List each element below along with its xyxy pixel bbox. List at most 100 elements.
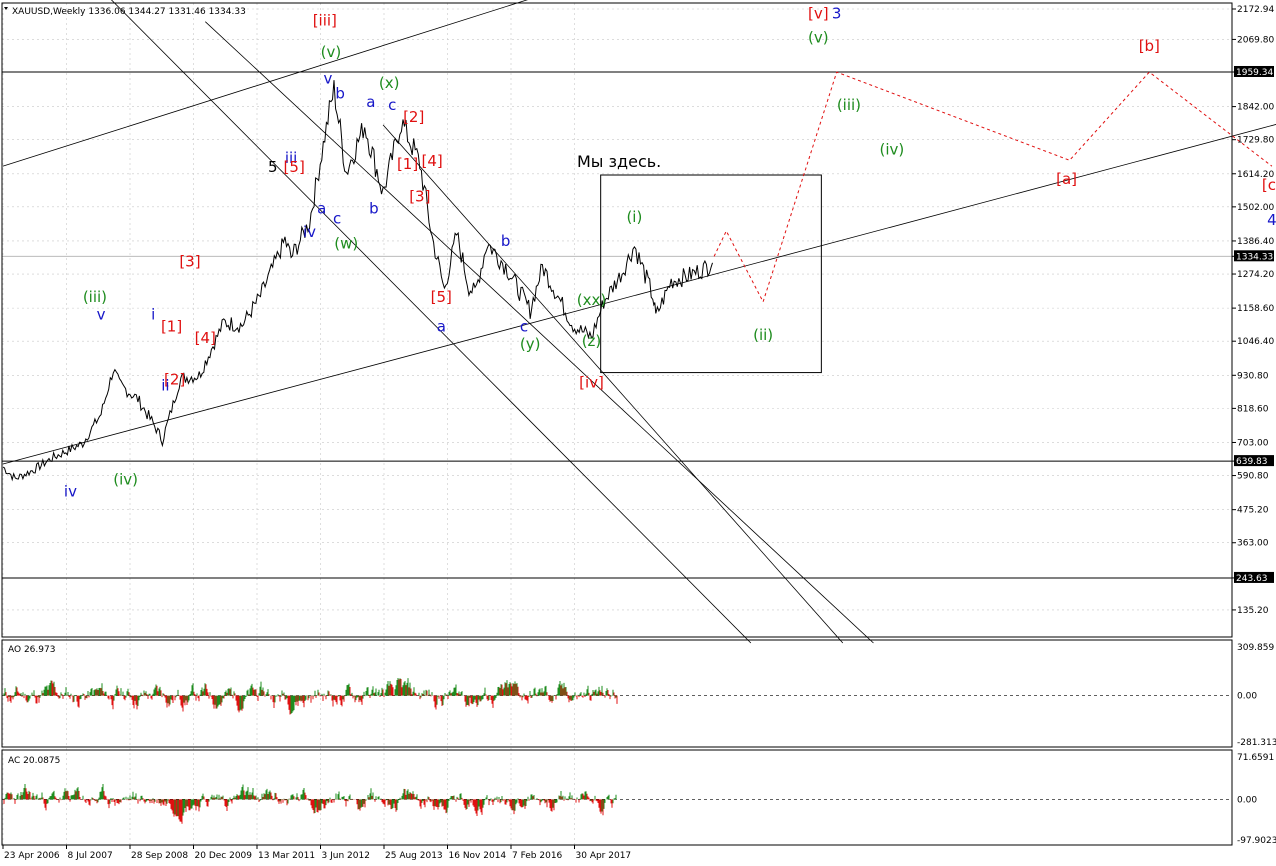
wave-label: [iii]	[313, 11, 337, 29]
ao-tick-label: 0.00	[1237, 692, 1257, 702]
wave-label: [1]	[161, 317, 182, 335]
wave-label: ii	[161, 376, 169, 394]
wave-label: b	[501, 232, 511, 250]
price-tick-label: 1386.40	[1237, 237, 1274, 247]
chevron-down-icon[interactable]	[4, 7, 8, 10]
price-tick-label: 1502.00	[1237, 203, 1274, 213]
wave-label: (z)	[582, 332, 602, 350]
wave-label: v	[323, 70, 332, 88]
price-tick-label: 243.63	[1236, 574, 1268, 584]
price-tick-label: 1046.40	[1237, 337, 1274, 347]
price-tick-label: 363.00	[1237, 539, 1269, 549]
date-tick-label: 7 Feb 2016	[512, 851, 563, 861]
date-tick-label: 30 Apr 2017	[576, 851, 632, 861]
wave-label: i	[151, 306, 155, 324]
wave-label: [3]	[409, 188, 430, 206]
date-tick-label: 25 Aug 2013	[385, 851, 443, 861]
price-tick-label: 2172.94	[1237, 5, 1274, 15]
wave-label: (iii)	[83, 288, 107, 306]
wave-label: c	[333, 210, 341, 228]
date-tick-label: 3 Jun 2012	[322, 851, 370, 861]
date-tick-label: 20 Dec 2009	[195, 851, 253, 861]
date-tick-label: 23 Apr 2006	[4, 851, 60, 861]
wave-label: iv	[64, 482, 77, 500]
wave-label: a	[366, 93, 375, 111]
wave-label: (x)	[379, 74, 400, 92]
price-tick-label: 1729.80	[1237, 136, 1274, 146]
price-tick-label: 818.60	[1237, 404, 1269, 414]
date-tick-label: 13 Mar 2011	[258, 851, 315, 861]
price-tick-label: 1959.34	[1236, 68, 1273, 78]
wave-label: [5]	[431, 288, 452, 306]
wave-label: (xx)	[577, 291, 606, 309]
ac-tick-label: 71.6591	[1237, 753, 1274, 763]
wave-label: a	[437, 317, 446, 335]
indicator-panes: 309.859 0.00 -281.313 71.6591 0.00 -97.9023	[2, 643, 1276, 846]
wave-label: b	[369, 199, 379, 217]
wave-label: [4]	[195, 329, 216, 347]
price-pane-frame	[1, 2, 1233, 638]
ao-title: AO 26.973	[8, 645, 55, 655]
price-tick-label: 703.00	[1237, 438, 1269, 448]
wave-label: (v)	[321, 43, 342, 61]
wave-label: (iv)	[113, 471, 138, 489]
wave-label: (iii)	[837, 96, 861, 114]
wave-label: [b]	[1139, 37, 1160, 55]
wave-label: b	[335, 84, 345, 102]
wave-label: [1]	[397, 155, 418, 173]
grid-lines	[2, 3, 1232, 845]
wave-label: c	[388, 96, 396, 114]
chart-canvas: [iii](v)vb a(x)c[2]iii5 [5] [1] [4][3]acbiv(…	[1, 0, 1276, 861]
wave-label: [iv]	[579, 373, 604, 391]
date-tick-label: 16 Nov 2014	[449, 851, 507, 861]
ao-tick-label: 309.859	[1237, 643, 1274, 653]
wave-labels: [iii](v)vb a(x)c[2]iii5 [5] [1] [4][3]acbiv(…	[64, 5, 1276, 501]
wave-label: 5	[268, 158, 278, 176]
wave-label: (iv)	[879, 140, 904, 158]
wave-label: (v)	[808, 28, 829, 46]
price-tick-label: 475.20	[1237, 506, 1269, 516]
channel-line	[110, 0, 752, 644]
ao-pane-frame	[1, 639, 1233, 748]
price-tick-label: 135.20	[1237, 606, 1269, 616]
wave-label: [4]	[421, 152, 442, 170]
price-tick-label: 1614.20	[1237, 170, 1274, 180]
ac-tick-label: -97.9023	[1237, 836, 1276, 846]
wave-label: [v]	[808, 5, 829, 23]
price-tick-label: 2069.80	[1237, 35, 1274, 45]
price-tick-label: 930.80	[1237, 371, 1269, 381]
wave-label: a	[317, 199, 326, 217]
ac-pane-frame	[1, 749, 1233, 846]
channel-line	[2, 0, 528, 167]
wave-label: [2]	[403, 108, 424, 126]
date-tick-label: 8 Jul 2007	[68, 851, 113, 861]
price-tick-label: 1334.33	[1236, 252, 1273, 262]
price-tick-label: 1274.20	[1237, 270, 1274, 280]
wave-label: (ii)	[753, 326, 773, 344]
wave-label: v	[97, 306, 106, 324]
wave-label: 4	[1267, 211, 1276, 229]
price-line	[2, 80, 713, 482]
here-annotation: Мы здесь.	[577, 152, 661, 171]
wave-label: (y)	[520, 335, 541, 353]
wave-label: 3	[832, 5, 842, 23]
wave-label: [a]	[1056, 170, 1077, 188]
date-tick-label: 28 Sep 2008	[131, 851, 188, 861]
wave-label: (w)	[334, 235, 358, 253]
channel-line	[382, 124, 844, 644]
wave-label: [5]	[284, 158, 305, 176]
wave-label: [3]	[179, 252, 200, 270]
wave-label: (i)	[626, 208, 642, 226]
price-tick-label: 639.83	[1236, 457, 1268, 467]
ac-tick-label: 0.00	[1237, 795, 1257, 805]
axes: 2172.94 2069.80 1959.34 1842.00 1729.80 1614.…	[1, 2, 1274, 861]
wave-label: iv	[303, 223, 316, 241]
ao-tick-label: -281.313	[1237, 738, 1276, 748]
price-tick-label: 590.80	[1237, 472, 1269, 482]
price-tick-label: 1158.60	[1237, 304, 1274, 314]
symbol-header: XAUUSD,Weekly 1336.06 1344.27 1331.46 13…	[12, 7, 246, 17]
price-tick-label: 1842.00	[1237, 103, 1274, 113]
ac-title: AC 20.0875	[8, 756, 60, 766]
price-series	[2, 0, 1276, 644]
wave-label: c	[520, 317, 528, 335]
